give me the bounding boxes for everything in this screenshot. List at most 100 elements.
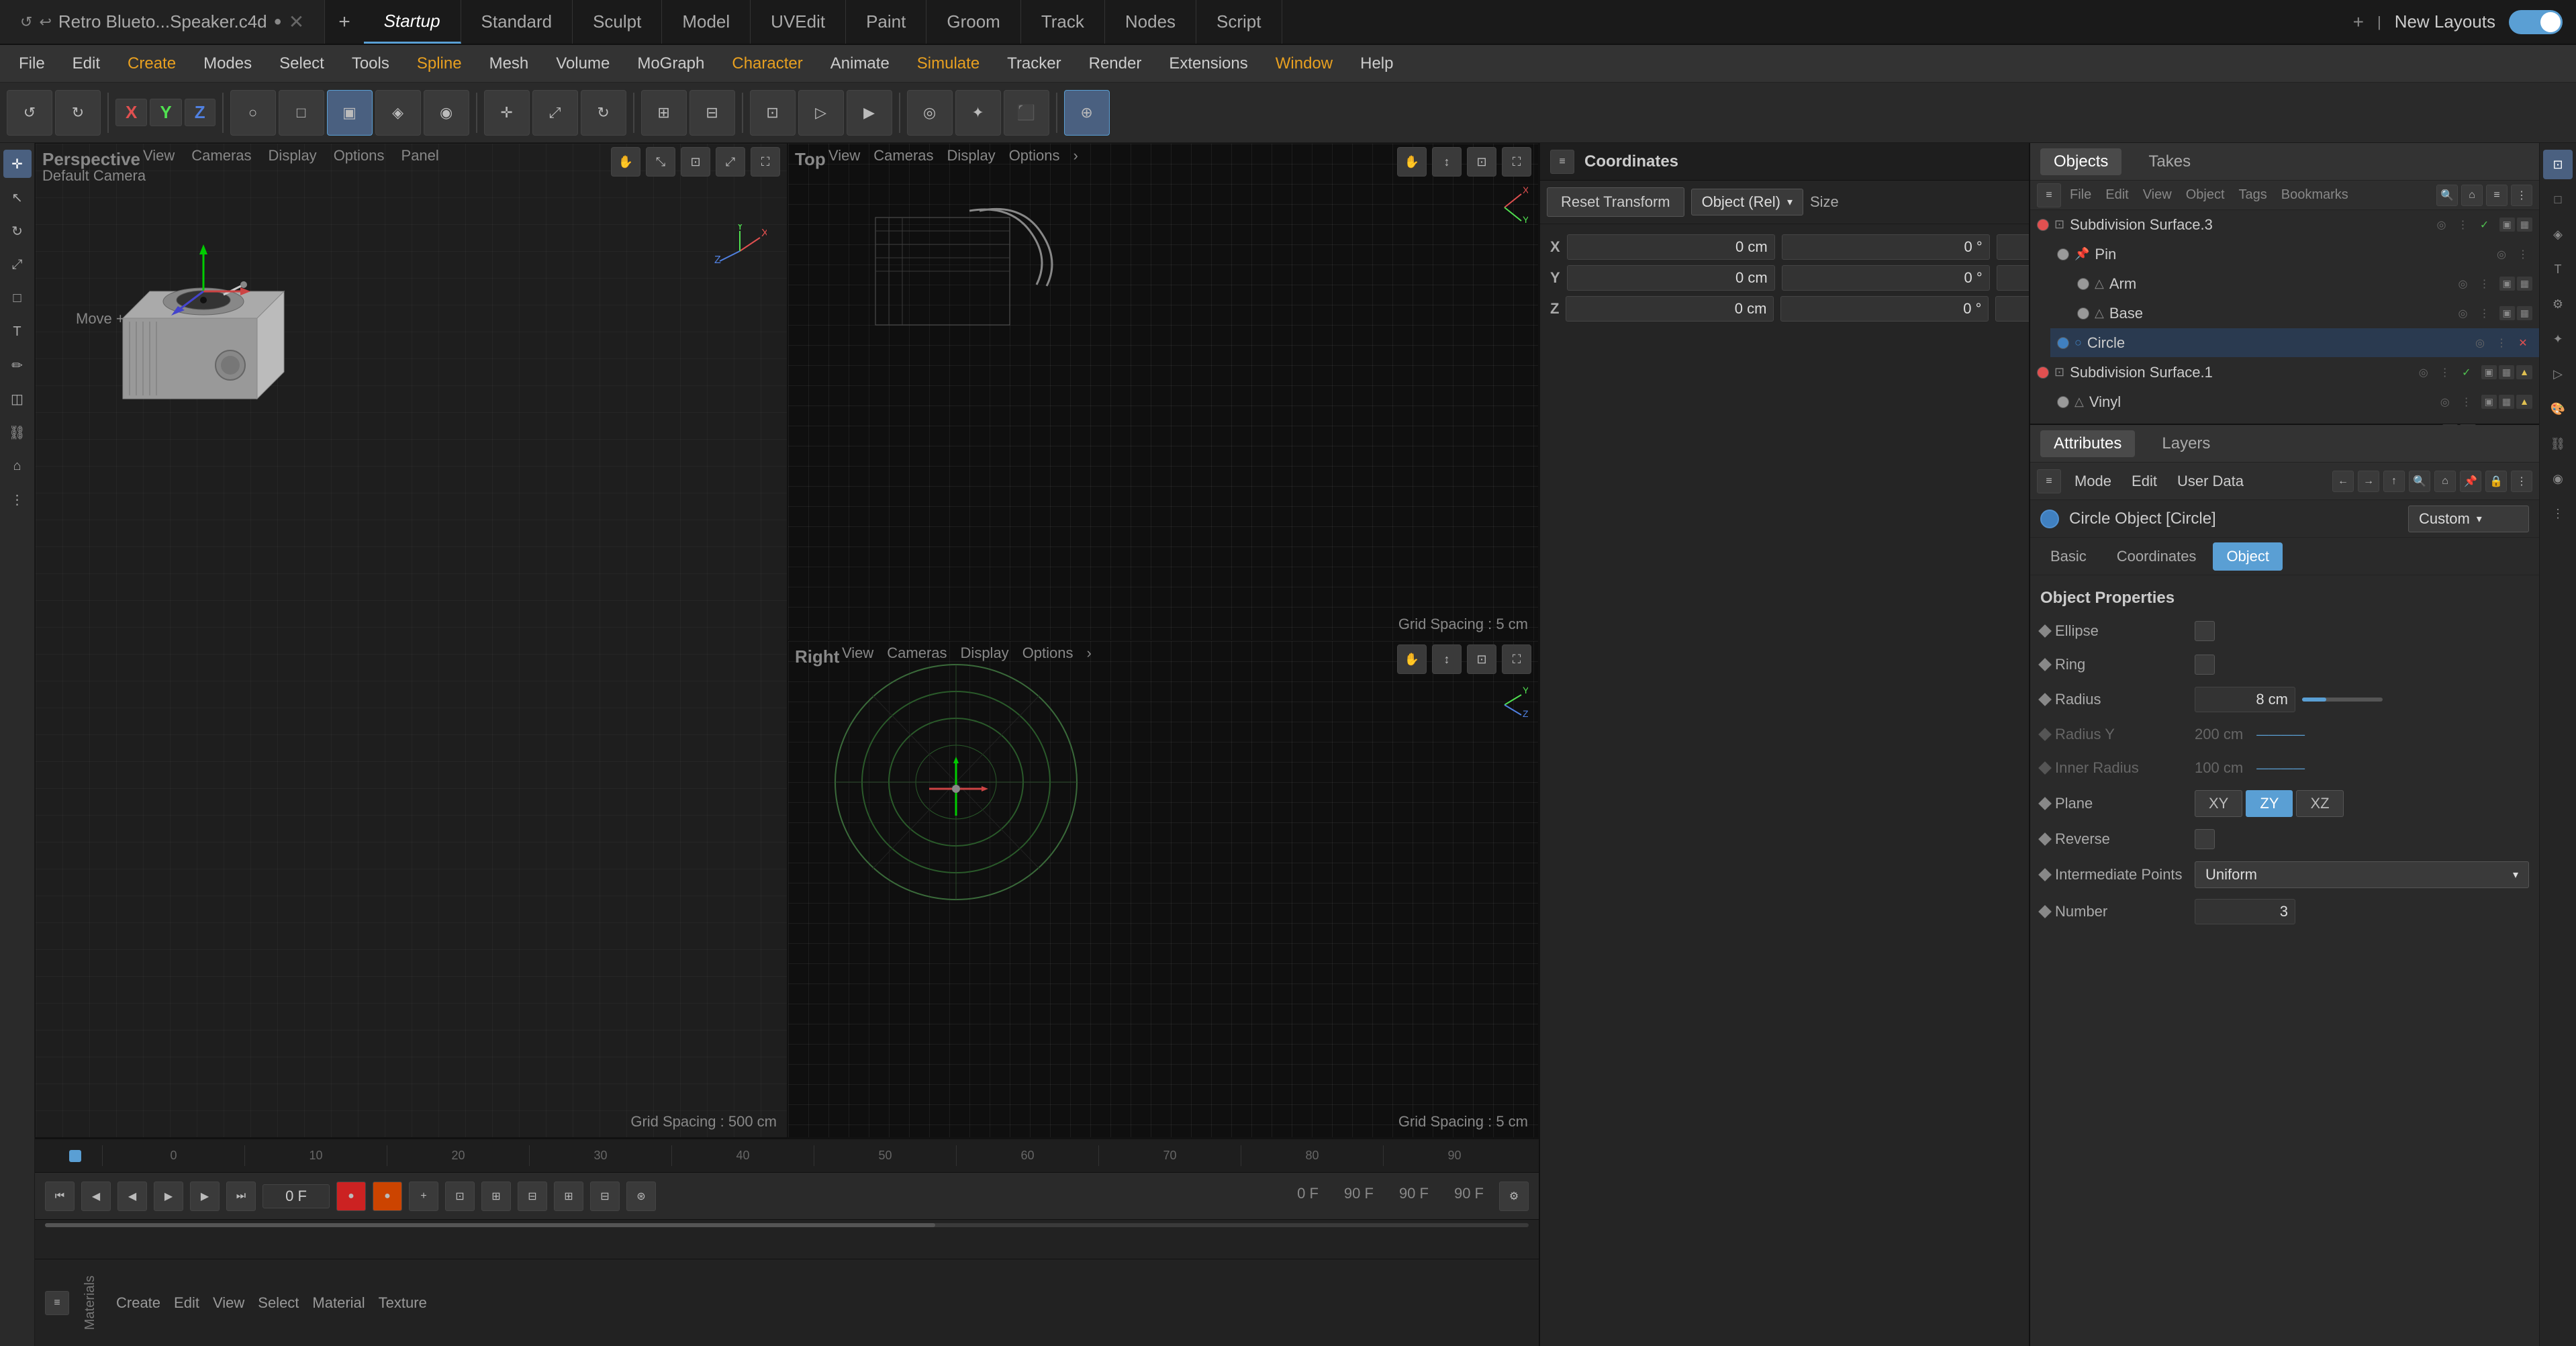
mat-texture[interactable]: Texture	[379, 1294, 427, 1312]
sidebar-move[interactable]: ✛	[3, 150, 32, 178]
tab-script[interactable]: Script	[1196, 0, 1282, 44]
obj-circle[interactable]: ○ Circle ◎ ⋮ ✕	[2050, 328, 2539, 358]
tab-layers[interactable]: Layers	[2148, 430, 2224, 457]
plane-xz-btn[interactable]: XZ	[2296, 790, 2343, 817]
base-toggle1[interactable]: ◎	[2454, 304, 2473, 323]
obj-pin[interactable]: 📌 Pin ◎ ⋮	[2050, 240, 2539, 269]
render-view-btn[interactable]: ▷	[798, 90, 844, 136]
motion3-btn[interactable]: ⊟	[518, 1182, 547, 1211]
rsb-3d-obj[interactable]: ◈	[2543, 220, 2573, 249]
y-pos-input[interactable]	[1567, 265, 1775, 291]
top-menu-cameras[interactable]: Cameras	[873, 147, 933, 164]
plane-xy-btn[interactable]: XY	[2195, 790, 2242, 817]
obj-search-btn[interactable]: 🔍	[2436, 185, 2458, 206]
coord-menu-btn[interactable]: ≡	[1550, 150, 1574, 174]
attr-menu-btn[interactable]: ≡	[2037, 469, 2061, 493]
rsb-render[interactable]: ▷	[2543, 359, 2573, 389]
sidebar-more[interactable]: ⋮	[3, 485, 32, 514]
attr-tab-object[interactable]: Object	[2213, 542, 2283, 571]
obj-home-btn[interactable]: ⌂	[2461, 185, 2483, 206]
render-btn[interactable]: ▶	[847, 90, 892, 136]
attr-tab-basic[interactable]: Basic	[2037, 542, 2100, 571]
snap-tool[interactable]: ⊞	[641, 90, 687, 136]
number-input[interactable]	[2195, 899, 2295, 924]
attr-next-btn[interactable]: →	[2358, 471, 2379, 492]
top-menu-display[interactable]: Display	[947, 147, 996, 164]
point-mode-btn[interactable]: ◈	[375, 90, 421, 136]
obj-more-btn[interactable]: ⋮	[2511, 185, 2532, 206]
vp-frame[interactable]: ⊡	[681, 147, 710, 177]
right-vp-maximize[interactable]: ⛶	[1502, 644, 1531, 674]
frame-start-btn[interactable]: ⏮	[45, 1182, 75, 1211]
vp-zoom[interactable]: ⤡	[646, 147, 675, 177]
tab-groom[interactable]: Groom	[926, 0, 1020, 44]
vp-maximize[interactable]: ⤢	[716, 147, 745, 177]
tab-model[interactable]: Model	[662, 0, 751, 44]
tab-track[interactable]: Track	[1021, 0, 1105, 44]
intermediate-dropdown[interactable]: Uniform ▾	[2195, 861, 2529, 888]
menu-edit[interactable]: Edit	[60, 50, 112, 77]
menu-tracker[interactable]: Tracker	[995, 50, 1073, 77]
attr-search-btn[interactable]: 🔍	[2409, 471, 2430, 492]
frame-prev-btn[interactable]: ◀	[81, 1182, 111, 1211]
tab-uvedit[interactable]: UVEdit	[751, 0, 846, 44]
attr-more-btn[interactable]: ⋮	[2511, 471, 2532, 492]
motion4-btn[interactable]: ⊞	[554, 1182, 583, 1211]
pin-toggle2[interactable]: ⋮	[2514, 245, 2532, 264]
menu-create[interactable]: Create	[115, 50, 188, 77]
attr-mode[interactable]: Mode	[2068, 473, 2118, 490]
circle-toggle2[interactable]: ⋮	[2492, 334, 2511, 352]
top-menu-more[interactable]: ›	[1074, 147, 1078, 164]
menu-simulate[interactable]: Simulate	[905, 50, 992, 77]
coord-mode-dropdown[interactable]: Object (Rel) ▾	[1691, 189, 1803, 215]
obj-toolbar-object[interactable]: Object	[2181, 187, 2230, 203]
rsb-rig[interactable]: ⛓	[2543, 429, 2573, 459]
obj-list-btn[interactable]: ≡	[2486, 185, 2508, 206]
obj-toolbar-bookmarks[interactable]: Bookmarks	[2276, 187, 2354, 203]
snap2-tool[interactable]: ⊟	[689, 90, 735, 136]
obj-toolbar-view[interactable]: View	[2138, 187, 2177, 203]
radius-input[interactable]	[2195, 687, 2295, 712]
rsb-settings[interactable]: ⚙	[2543, 289, 2573, 319]
attr-preset-dropdown[interactable]: Custom ▾	[2408, 506, 2529, 532]
subdiv1-toggle1[interactable]: ◎	[2414, 363, 2433, 382]
mat-select[interactable]: Select	[258, 1294, 299, 1312]
obj-toolbar-file[interactable]: File	[2064, 187, 2097, 203]
tab-startup[interactable]: Startup	[364, 0, 461, 44]
z-rot-input[interactable]	[1780, 296, 1989, 322]
top-vp-arrows[interactable]: ↕	[1432, 147, 1462, 177]
arm-toggle2[interactable]: ⋮	[2475, 275, 2494, 293]
top-pan-tool[interactable]: ✋	[1397, 147, 1427, 177]
obj-toolbar-edit[interactable]: Edit	[2100, 187, 2134, 203]
rsb-material-manager[interactable]: □	[2543, 185, 2573, 214]
top-menu-options[interactable]: Options	[1009, 147, 1060, 164]
rsb-paint[interactable]: 🎨	[2543, 394, 2573, 424]
redo-tool[interactable]: ↻	[55, 90, 101, 136]
sidebar-object[interactable]: □	[3, 284, 32, 312]
circle-x[interactable]: ✕	[2514, 334, 2532, 352]
rsb-light[interactable]: ✦	[2543, 324, 2573, 354]
sidebar-scale[interactable]: ⤢	[3, 250, 32, 279]
sidebar-rigging[interactable]: ⛓	[3, 418, 32, 446]
autokey-btn[interactable]: ●	[373, 1182, 402, 1211]
object-mode-btn[interactable]: ○	[230, 90, 276, 136]
active-tool[interactable]: ⊕	[1064, 90, 1110, 136]
z-pos-input[interactable]	[1566, 296, 1774, 322]
light-btn[interactable]: ✦	[955, 90, 1001, 136]
sidebar-sculpt[interactable]: ◫	[3, 385, 32, 413]
menu-mograph[interactable]: MoGraph	[625, 50, 716, 77]
perspective-menu-options[interactable]: Options	[334, 147, 385, 164]
obj-arm[interactable]: △ Arm ◎ ⋮ ▣ ▦	[2070, 269, 2539, 299]
key-add-btn[interactable]: +	[409, 1182, 438, 1211]
rsb-object-manager[interactable]: ⊡	[2543, 150, 2573, 179]
pin-toggle1[interactable]: ◎	[2492, 245, 2511, 264]
attr-edit[interactable]: Edit	[2125, 473, 2164, 490]
menu-animate[interactable]: Animate	[818, 50, 902, 77]
viewport-right[interactable]: Right View Cameras Display Options › Y Z	[788, 640, 1539, 1138]
rsb-text[interactable]: T	[2543, 254, 2573, 284]
mat-create[interactable]: Create	[116, 1294, 160, 1312]
vp-full[interactable]: ⛶	[751, 147, 780, 177]
x-axis-btn[interactable]: X	[115, 99, 147, 126]
arm-toggle1[interactable]: ◎	[2454, 275, 2473, 293]
play-btn[interactable]: ▶	[154, 1182, 183, 1211]
